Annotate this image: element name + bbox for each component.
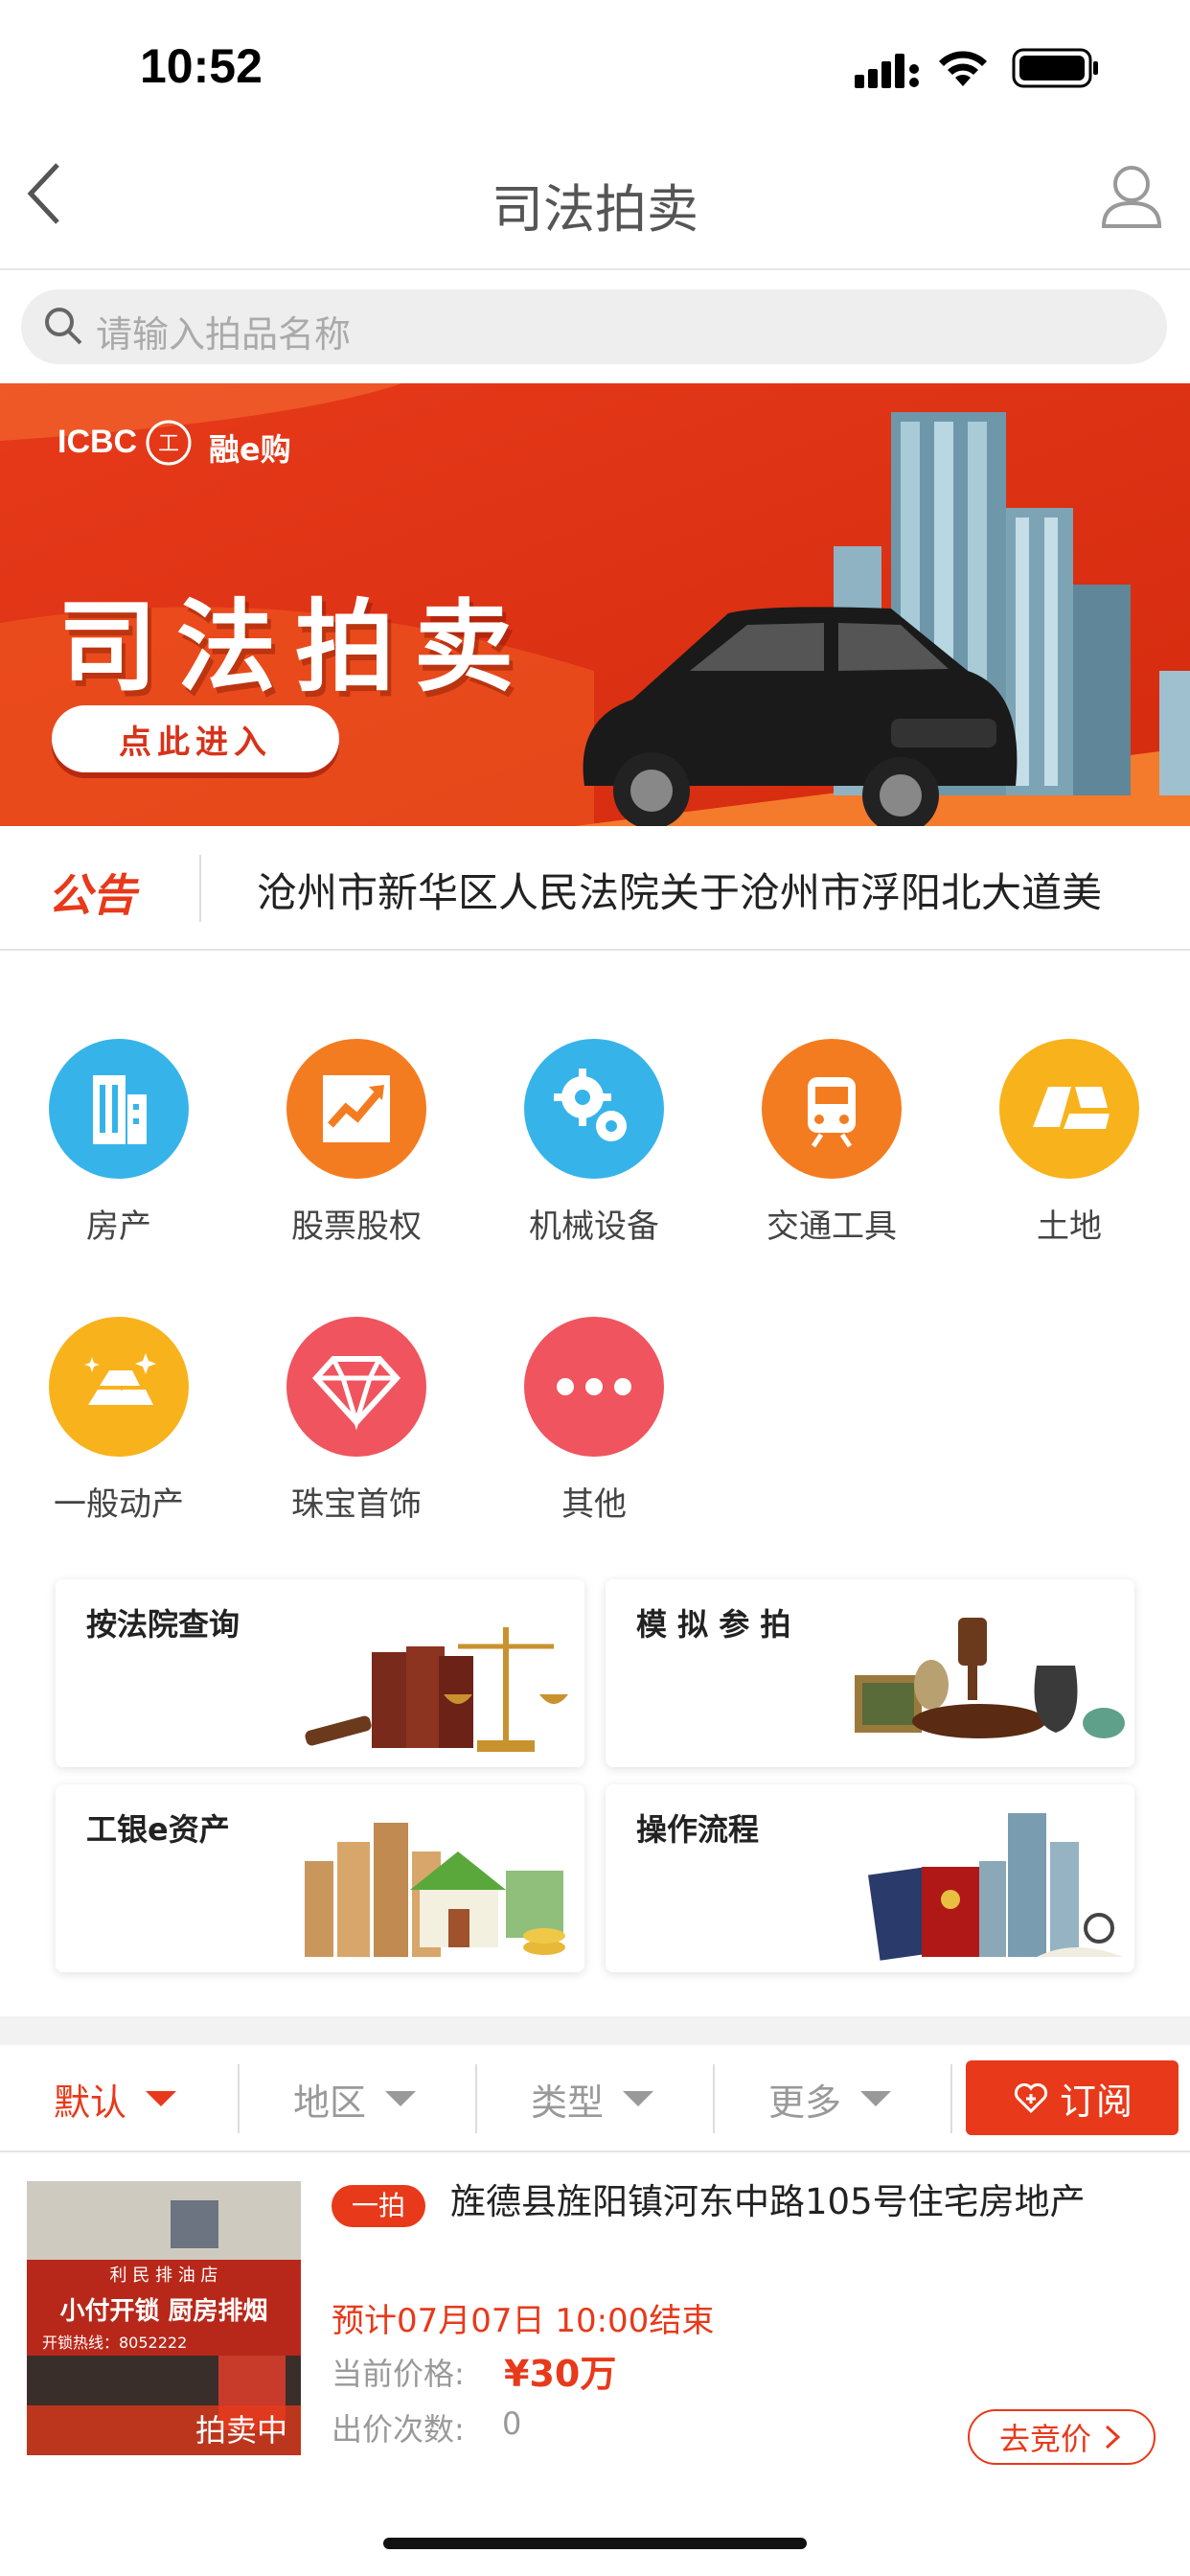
current-price: ¥30万 [504, 2353, 617, 2395]
category-label: 其他 [561, 1485, 627, 1524]
shop-sign-top: 利 民 排 油 店 [27, 2260, 301, 2292]
category-label: 机械设备 [529, 1208, 659, 1246]
shop-sign-phone: 开锁热线：8052222 [27, 2331, 301, 2356]
listing-thumbnail[interactable]: 利 民 排 油 店 小付开锁 厨房排烟 开锁热线：8052222 拍卖中 [27, 2181, 301, 2455]
category-jewelry[interactable]: 珠宝首饰 [261, 1317, 452, 1525]
search-input[interactable]: 请输入拍品名称 [21, 289, 1167, 364]
diamond-icon [286, 1317, 426, 1457]
category-label: 房产 [86, 1208, 151, 1246]
more-dots-icon [524, 1317, 664, 1457]
filter-label: 更多 [767, 2081, 841, 2124]
buildings-house-money-icon [305, 1823, 565, 1957]
category-movable-property[interactable]: 一般动产 [23, 1317, 215, 1525]
filter-divider [950, 2064, 952, 2133]
price-label: 当前价格: [332, 2356, 465, 2392]
category-stocks[interactable]: 股票股权 [261, 1039, 452, 1247]
category-label: 珠宝首饰 [291, 1485, 422, 1524]
caret-down-icon [623, 2091, 653, 2106]
banner-brand-sub: 融e购 [209, 431, 291, 468]
navigation-bar: 司法拍卖 [0, 134, 1190, 270]
heart-plus-icon [1014, 2082, 1048, 2114]
filter-bar: 默认 地区 类型 更多 订阅 [0, 2045, 1190, 2152]
court-search-card[interactable]: 按法院查询 [56, 1579, 584, 1767]
wifi-icon [939, 51, 987, 86]
building-certificates-icon [868, 1813, 1123, 1961]
notice-divider [199, 855, 201, 922]
bids-label: 出价次数: [332, 2411, 465, 2448]
stock-chart-icon [286, 1039, 426, 1179]
battery-icon [1012, 48, 1098, 88]
category-label: 土地 [1037, 1208, 1102, 1246]
bid-count: 0 [502, 2405, 522, 2442]
banner-brand: ICBC [57, 424, 138, 460]
bid-button-label: 去竞价 [998, 2421, 1091, 2457]
search-placeholder: 请输入拍品名称 [96, 313, 352, 356]
gears-icon [524, 1039, 664, 1179]
mock-auction-card[interactable]: 模 拟 参 拍 [606, 1579, 1134, 1767]
subscribe-button[interactable]: 订阅 [966, 2060, 1179, 2135]
filter-label: 地区 [292, 2081, 366, 2124]
auction-list-item[interactable]: 利 民 排 油 店 小付开锁 厨房排烟 开锁热线：8052222 拍卖中 一拍 … [0, 2154, 1190, 2471]
caret-down-icon [860, 2091, 891, 2106]
category-machinery[interactable]: 机械设备 [498, 1039, 690, 1247]
auction-gavel-antiques-icon [855, 1618, 1125, 1738]
train-icon [762, 1039, 902, 1179]
promo-banner[interactable]: 工 ICBC 融e购 司法拍卖 点此进入 [0, 383, 1190, 826]
status-time: 10:52 [140, 39, 263, 93]
land-icon [999, 1039, 1139, 1179]
category-land[interactable]: 土地 [973, 1039, 1165, 1247]
card-title: 工银e资产 [86, 1811, 230, 1848]
svg-text:工: 工 [158, 431, 179, 455]
bid-button[interactable]: 去竞价 [968, 2409, 1156, 2465]
card-title: 模 拟 参 拍 [636, 1606, 791, 1643]
chevron-right-icon [1105, 2425, 1121, 2450]
category-label: 交通工具 [767, 1208, 897, 1246]
filter-default[interactable]: 默认 [0, 2045, 230, 2152]
cellular-signal-icon [855, 54, 919, 88]
notice-tag: 公告 [48, 869, 136, 921]
notice-text[interactable]: 沧州市新华区人民法院关于沧州市浮阳北大道美 [257, 861, 1102, 919]
caret-down-icon [385, 2091, 416, 2106]
banner-headline: 司法拍卖 [57, 588, 534, 705]
auction-status-badge: 拍卖中 [27, 2405, 301, 2455]
category-label: 股票股权 [291, 1208, 422, 1246]
filter-region[interactable]: 地区 [240, 2045, 469, 2152]
card-title: 按法院查询 [86, 1606, 240, 1643]
subscribe-label: 订阅 [1059, 2080, 1133, 2123]
caret-down-icon [146, 2091, 176, 2106]
home-indicator[interactable] [383, 2538, 807, 2549]
filter-more[interactable]: 更多 [715, 2045, 945, 2152]
category-other[interactable]: 其他 [498, 1317, 690, 1525]
banner-cta-label: 点此进入 [119, 723, 272, 762]
listing-title[interactable]: 旌德县旌阳镇河东中路105号住宅房地产 [332, 2177, 1136, 2227]
gold-bars-icon [49, 1317, 189, 1457]
status-bar: 10:52 [0, 0, 1190, 134]
law-books-scale-icon [305, 1627, 568, 1752]
card-title: 操作流程 [636, 1811, 760, 1848]
page-title: 司法拍卖 [492, 179, 698, 240]
banner-cta-button[interactable]: 点此进入 [52, 705, 339, 772]
shop-sign-main: 小付开锁 厨房排烟 [27, 2292, 301, 2331]
filter-label: 默认 [53, 2081, 126, 2124]
icbc-e-assets-card[interactable]: 工银e资产 [56, 1784, 584, 1972]
listing-end-time: 预计07月07日 10:00结束 [332, 2302, 715, 2340]
process-guide-card[interactable]: 操作流程 [606, 1784, 1134, 1972]
filter-type[interactable]: 类型 [477, 2045, 707, 2152]
user-profile-icon[interactable] [1100, 163, 1163, 230]
notice-bar[interactable]: 公告 沧州市新华区人民法院关于沧州市浮阳北大道美 [0, 826, 1190, 951]
filter-label: 类型 [530, 2081, 604, 2124]
category-label: 一般动产 [54, 1485, 184, 1524]
category-vehicles[interactable]: 交通工具 [736, 1039, 927, 1247]
category-real-estate[interactable]: 房产 [23, 1039, 215, 1247]
building-icon [49, 1039, 189, 1179]
section-gap [0, 2016, 1190, 2045]
search-icon [45, 308, 82, 345]
